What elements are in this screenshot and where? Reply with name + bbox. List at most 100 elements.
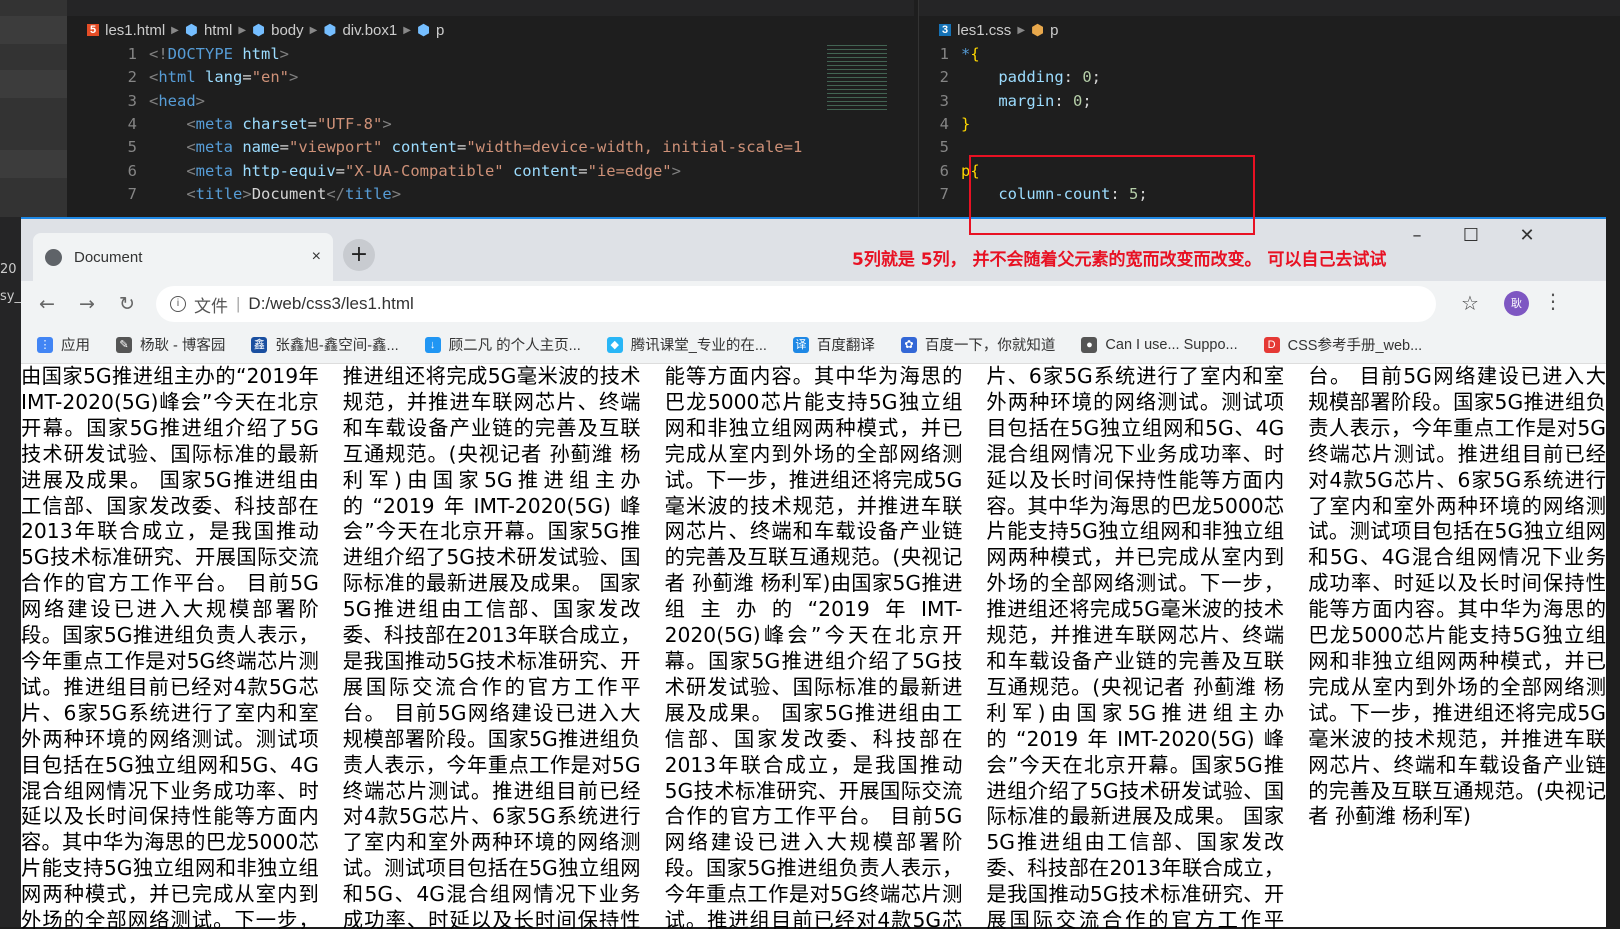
bookmark-label: 杨耿 - 博客园 [140, 338, 226, 354]
bookmark-label: 张鑫旭-鑫空间-鑫... [275, 338, 399, 354]
code-token: > [289, 68, 299, 87]
element-icon: ⬢ [252, 22, 266, 39]
code-token: margin [961, 91, 1055, 110]
bookmark-favicon-icon: ◆ [606, 336, 623, 353]
page-content: 由国家5G推进组主办的“2019年IMT-2020(5G)峰会”今天在北京开幕。… [21, 364, 1606, 929]
browser-window: Document × + 5列就是 5列， 并不会随着父元素的宽而改变而改变。 … [21, 217, 1606, 929]
reload-icon[interactable]: ↻ [107, 293, 147, 315]
close-tab-icon[interactable]: × [312, 248, 321, 266]
line-number: 6 [127, 161, 137, 180]
code-token: html [158, 68, 196, 87]
menu-icon[interactable]: ⋮ [1543, 289, 1563, 313]
bookmark-label: 腾讯课堂_专业的在... [630, 338, 767, 354]
line-number: 3 [127, 91, 137, 110]
left-panel-strip: 20 sy_ [0, 217, 21, 927]
bookmark-item[interactable]: ⋮ 应用 [37, 334, 90, 355]
breadcrumb-item[interactable]: body [271, 22, 304, 39]
chevron-right-icon: ▶ [171, 24, 179, 36]
breadcrumb-item[interactable]: html [204, 22, 232, 39]
code-token: title [345, 184, 392, 203]
bookmark-favicon-icon: ✿ [900, 336, 917, 353]
code-line: <meta http-equiv="X-UA-Compatible" conte… [149, 162, 681, 180]
code-token: ; [1082, 91, 1092, 110]
annotation-text: 5列就是 5列， 并不会随着父元素的宽而改变而改变。 可以自己去试试 [852, 250, 1387, 270]
new-tab-button[interactable]: + [343, 239, 375, 271]
breadcrumb-item[interactable]: les1.html [105, 22, 165, 39]
bookmark-item[interactable]: 鑫张鑫旭-鑫空间-鑫... [251, 334, 399, 355]
breadcrumb-item[interactable]: div.box1 [342, 22, 397, 39]
address-bar[interactable]: i 文件 | D:/web/css3/les1.html [156, 286, 1436, 322]
line-number: 1 [127, 45, 137, 63]
breadcrumb-item[interactable]: p [1050, 22, 1058, 39]
avatar[interactable]: 耿 [1504, 291, 1529, 316]
element-icon: ⬢ [416, 22, 431, 39]
code-token: < [149, 91, 159, 110]
info-icon[interactable]: i [170, 296, 186, 312]
code-token: = [242, 68, 252, 87]
close-window-button[interactable]: ✕ [1507, 225, 1547, 246]
code-line: <meta charset="UTF-8"> [149, 114, 391, 133]
code-token: 0 [1073, 91, 1083, 110]
breadcrumb-item[interactable]: les1.css [957, 22, 1011, 39]
line-number: 2 [127, 68, 137, 87]
bookmarks-bar: ⋮ 应用 ✎ 杨耿 - 博客园 鑫张鑫旭-鑫空间-鑫... ↓ 顾二凡 的个人主页... ◆ 腾… [21, 326, 1606, 364]
maximize-button[interactable]: ☐ [1451, 225, 1491, 246]
tab-document[interactable]: Document × [33, 233, 333, 281]
code-token: meta [195, 138, 233, 157]
bookmark-label: 顾二凡 的个人主页... [448, 338, 581, 354]
code-line: margin: 0; [961, 91, 1092, 110]
code-token: < [149, 138, 196, 157]
breadcrumb: 3 les1.css ▶ ⬢ p [939, 21, 1058, 39]
bookmark-star-icon[interactable]: ☆ [1461, 291, 1479, 315]
line-number: 7 [939, 184, 949, 203]
code-token: lang [195, 68, 243, 87]
bookmark-item[interactable]: ✿ 百度一下，你就知道 [900, 334, 1055, 355]
code-token: title [195, 184, 243, 203]
code-token: { [970, 45, 980, 63]
line-number: 7 [127, 184, 137, 203]
url-text[interactable]: D:/web/css3/les1.html [248, 294, 413, 314]
bookmark-label: Can I use... Suppo... [1105, 336, 1238, 353]
chevron-right-icon: ▶ [309, 24, 318, 36]
bookmark-item[interactable]: ✎ 杨耿 - 博客园 [116, 334, 225, 355]
bookmark-favicon-icon: ✎ [116, 336, 132, 353]
bookmark-item[interactable]: 译百度翻译 [792, 334, 875, 355]
bookmark-label: CSS参考手册_web... [1287, 338, 1423, 354]
bookmark-item[interactable]: ↓ 顾二凡 的个人主页... [424, 334, 581, 355]
bookmark-favicon-icon: D [1263, 336, 1280, 353]
code-token: http-equiv [233, 161, 336, 180]
code-token: = [307, 114, 317, 133]
html-file-icon: 5 [87, 24, 100, 36]
line-number: 4 [939, 114, 949, 133]
chevron-right-icon: ▶ [1017, 24, 1026, 36]
bookmark-label: 百度翻译 [816, 338, 875, 354]
html-editor-pane[interactable]: 5 les1.html ▶ ⬢ html ▶ ⬢ body ▶ ⬢ div.box1 ▶ ⬢ p 1 <!D… [67, 0, 914, 217]
tab-title: Document [74, 248, 143, 266]
forward-icon[interactable]: → [67, 293, 107, 315]
breadcrumb-item[interactable]: p [436, 22, 444, 39]
code-line: <meta name="viewport" content="width=dev… [149, 138, 802, 156]
chevron-right-icon: ▶ [403, 24, 411, 36]
code-token: = [279, 138, 290, 157]
bookmark-item[interactable]: ● Can I use... Suppo... [1081, 336, 1238, 353]
line-number: 3 [939, 91, 949, 110]
strip-text: sy_ [0, 289, 21, 304]
bookmark-favicon-icon: ⋮ [37, 336, 53, 353]
code-token: padding [961, 68, 1064, 87]
code-token: > [195, 91, 206, 110]
selector-icon: ⬢ [1031, 22, 1045, 39]
minimap[interactable] [827, 42, 887, 112]
minimize-button[interactable]: – [1397, 225, 1437, 246]
bookmark-favicon-icon: ↓ [424, 336, 441, 353]
line-number: 1 [939, 45, 949, 63]
code-token: html [233, 45, 280, 63]
code-token: < [149, 114, 196, 133]
line-number: 6 [939, 161, 949, 180]
tab-row: Document × + 5列就是 5列， 并不会随着父元素的宽而改变而改变。 … [21, 219, 1606, 281]
back-icon[interactable]: ← [27, 293, 67, 315]
code-line: <title>Document</title> [149, 185, 401, 203]
editor-tab-strip [919, 0, 1620, 16]
bookmark-item[interactable]: ◆ 腾讯课堂_专业的在... [606, 334, 767, 355]
code-token: > [242, 184, 252, 203]
bookmark-item[interactable]: D CSS参考手册_web... [1263, 334, 1423, 355]
